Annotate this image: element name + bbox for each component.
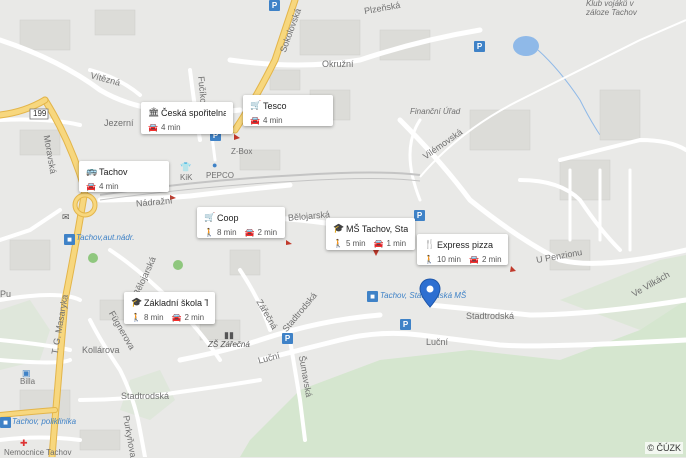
- cart-icon: 🛒: [250, 100, 262, 110]
- place-label: Finanční Úřad: [410, 107, 461, 116]
- drive-time: 2 min: [481, 255, 502, 264]
- walk-time: 8 min: [216, 228, 237, 237]
- bus-stop-icon[interactable]: ■: [0, 417, 11, 428]
- walk-icon: 🚶: [333, 239, 343, 248]
- street-label: Kollárova: [82, 345, 120, 355]
- walk-time: 10 min: [436, 255, 461, 264]
- car-icon: 🚘: [148, 123, 158, 132]
- place-label: PEPCO: [206, 171, 235, 180]
- place-label: Billa: [20, 377, 36, 386]
- park-icon: [173, 260, 183, 270]
- bus-icon: 🚌: [86, 166, 98, 176]
- poi-card-title: Express pizza: [437, 239, 494, 250]
- street-label: Stadtrodská: [121, 391, 170, 401]
- restaurant-icon: 🍴: [424, 239, 436, 249]
- poi-card-title: Coop: [217, 212, 239, 223]
- parking-icon[interactable]: P: [282, 333, 293, 344]
- poi-card-title: Tachov: [99, 166, 128, 177]
- walk-time: 5 min: [345, 239, 366, 248]
- bus-stop-icon[interactable]: ■: [367, 291, 378, 302]
- poi-card-zakladni-skola[interactable]: 🎓Základní škola Ta… 🚶8 min 🚘2 min: [124, 292, 215, 324]
- drive-time: 4 min: [262, 116, 283, 125]
- car-icon: 🚘: [373, 239, 384, 248]
- street-label: Stadtrodská: [466, 311, 515, 321]
- drive-time: 4 min: [160, 123, 181, 132]
- drive-time: 2 min: [184, 313, 205, 322]
- poi-card-tachov[interactable]: 🚌 Tachov 🚘 4 min: [79, 161, 169, 192]
- park-icon: [88, 253, 98, 263]
- place-label: KiK: [180, 173, 193, 182]
- pond: [513, 36, 539, 56]
- place-label: Tachov,aut.nádr.: [76, 233, 135, 242]
- poi-card-tesco[interactable]: 🛒 Tesco 🚘 4 min: [243, 95, 333, 126]
- mail-icon: ✉: [62, 212, 70, 222]
- poi-card-title: Česká spořitelna: [161, 107, 226, 118]
- street-label: Okružní: [322, 59, 354, 69]
- place-label: Z-Box: [231, 147, 253, 156]
- school-icon: 🎓: [131, 297, 143, 307]
- poi-card-ceska-sporitelna[interactable]: 🏛 Česká spořitelna 🚘 4 min: [141, 102, 233, 134]
- walk-icon: 🚶: [204, 228, 214, 237]
- poi-card-express-pizza[interactable]: 🍴 Express pizza 🚶 10 min 🚘 2 min: [417, 234, 508, 265]
- street-label: Jezerní: [104, 118, 134, 128]
- car-icon: 🚘: [468, 255, 479, 264]
- walk-icon: 🚶: [424, 255, 434, 264]
- drive-time: 4 min: [98, 182, 119, 191]
- street-label: Pu: [0, 289, 12, 299]
- poi-card-ms-tachov[interactable]: 🎓MŠ Tachov, Stadtr… 🚶5 min 🚘1 min: [326, 218, 415, 250]
- drive-time: 1 min: [386, 239, 407, 248]
- street-label: Luční: [426, 337, 449, 347]
- parking-icon[interactable]: P: [414, 210, 425, 221]
- location-pin-icon[interactable]: [419, 278, 441, 308]
- shop-icon: 👕: [180, 162, 192, 172]
- parking-icon[interactable]: P: [269, 0, 280, 11]
- school-icon: 🎓: [333, 223, 345, 233]
- shop-icon: ▣: [22, 368, 31, 378]
- poi-card-title: Základní škola Ta…: [144, 297, 208, 308]
- bus-stop-icon[interactable]: ■: [64, 234, 75, 245]
- cart-icon: 🛒: [204, 212, 216, 222]
- parking-icon[interactable]: P: [474, 41, 485, 52]
- poi-card-title: Tesco: [263, 100, 287, 111]
- drive-time: 2 min: [257, 228, 278, 237]
- poi-card-coop[interactable]: 🛒 Coop 🚶 8 min 🚘 2 min: [197, 207, 285, 238]
- place-label: ZŠ Zářečná: [208, 340, 250, 349]
- shop-icon: ●: [212, 160, 218, 170]
- car-icon: 🚘: [171, 313, 182, 322]
- bank-icon: 🏛: [148, 107, 160, 117]
- car-icon: 🚘: [250, 116, 260, 125]
- place-label: Nemocnice Tachov: [4, 448, 72, 457]
- parking-icon[interactable]: P: [400, 319, 411, 330]
- copyright[interactable]: © ČÚZK: [645, 442, 683, 454]
- car-icon: 🚘: [86, 182, 96, 191]
- road-number: 199: [33, 109, 47, 118]
- place-label: Klub vojáků v záloze Tachov: [586, 0, 637, 17]
- walk-time: 8 min: [143, 313, 164, 322]
- walk-icon: 🚶: [131, 313, 141, 322]
- hospital-icon: ✚: [20, 438, 28, 448]
- school-icon: ▮▮: [224, 330, 234, 340]
- place-label: Tachov, poliklinika: [12, 417, 77, 426]
- car-icon: 🚘: [244, 228, 255, 237]
- poi-card-title: MŠ Tachov, Stadtr…: [346, 223, 408, 234]
